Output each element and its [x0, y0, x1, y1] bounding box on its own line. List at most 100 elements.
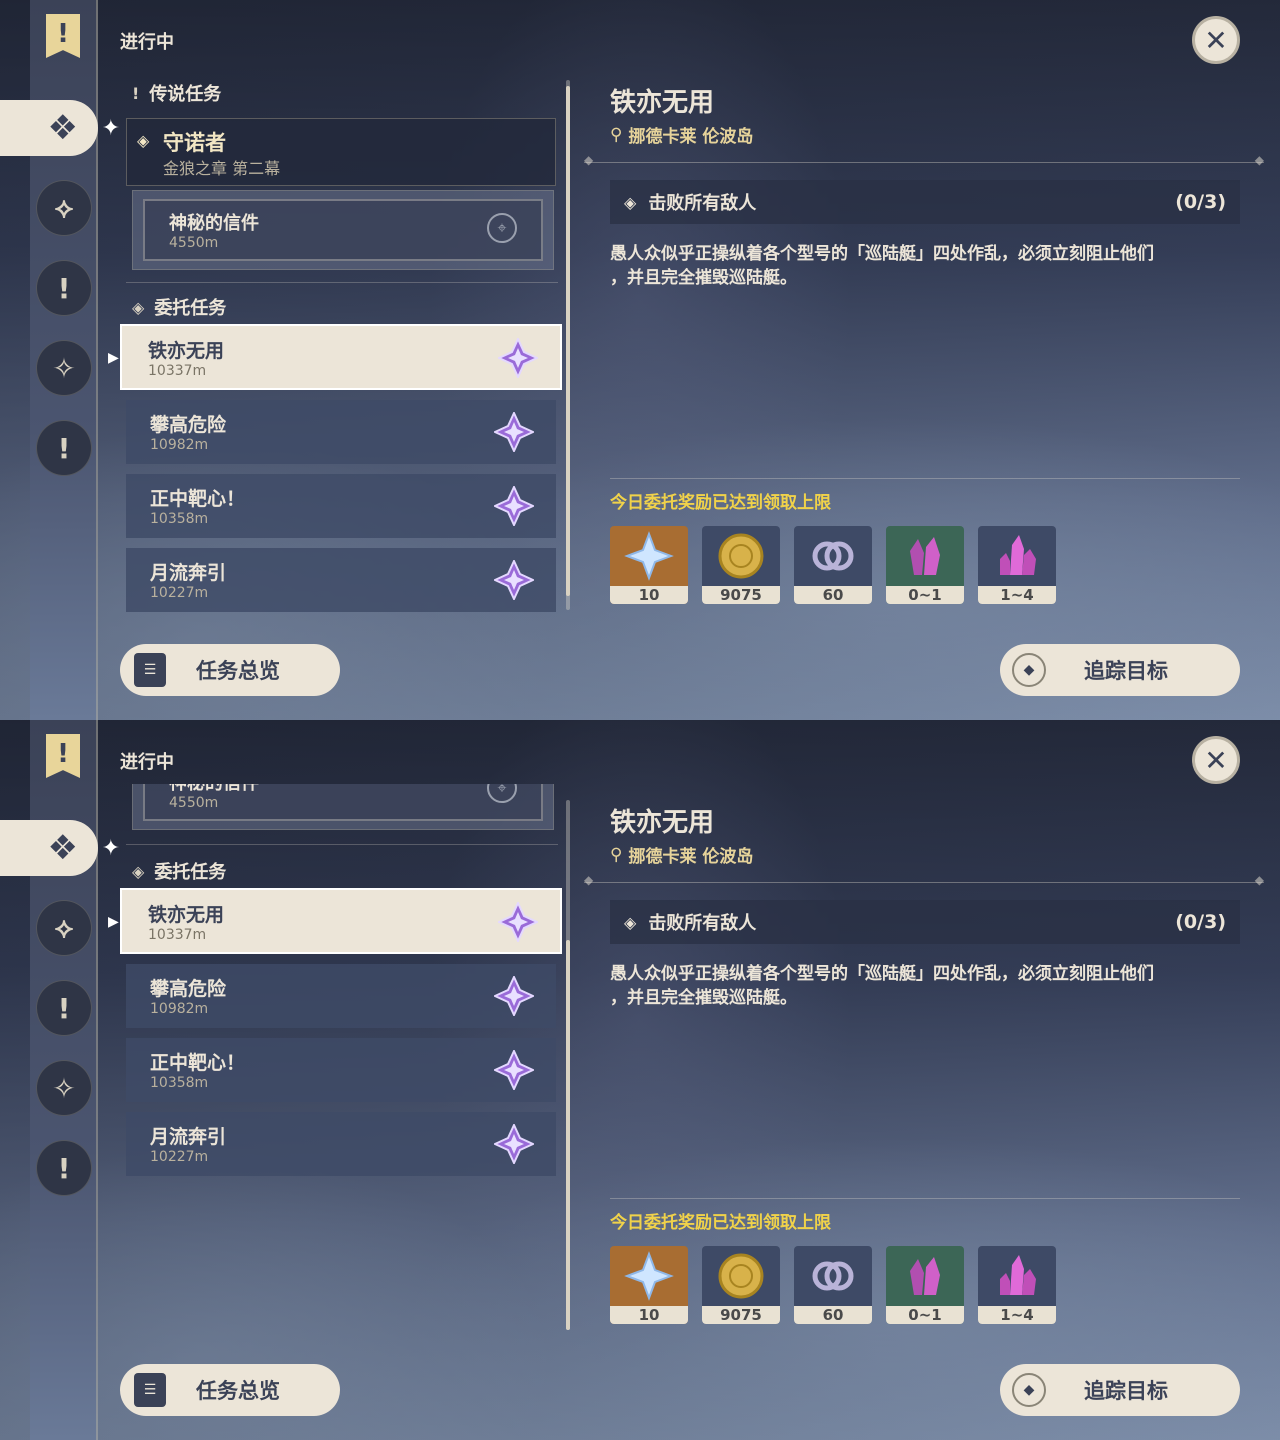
- tab-all-quests[interactable]: ❖: [0, 820, 120, 876]
- quest-overview-button[interactable]: ☰ 任务总览: [120, 1364, 340, 1416]
- tab-story-quest[interactable]: !: [36, 260, 92, 316]
- reward-item[interactable]: 9075: [702, 526, 780, 604]
- commission-distance: 10337m: [148, 363, 207, 379]
- reward-quantity: 0~1: [886, 1306, 964, 1324]
- crystal-cluster-icon: [978, 526, 1056, 586]
- reward-item[interactable]: 60: [794, 526, 872, 604]
- archon-quest-icon: ⟡: [54, 911, 74, 944]
- tab-world-quest[interactable]: ✧: [36, 1060, 92, 1116]
- legend-quest-icon: !: [132, 83, 140, 103]
- tab-daily-quest[interactable]: !: [36, 1140, 92, 1196]
- button-label: 追踪目标: [1084, 1379, 1168, 1403]
- location-pin-icon: ⚲: [610, 124, 623, 145]
- commission-icon: ◈: [132, 861, 145, 881]
- objective-bar: ◈ 击败所有敌人 (0/3): [610, 180, 1240, 224]
- legend-quest-card[interactable]: ◈ 守诺者 金狼之章 第二幕: [126, 118, 556, 186]
- commission-item[interactable]: 月流奔引 10227m: [126, 1112, 556, 1176]
- legend-subquest-card[interactable]: 神秘的信件 4550m ⌖: [132, 190, 554, 270]
- crystal-chunk-icon: [886, 526, 964, 586]
- reward-quantity: 0~1: [886, 586, 964, 604]
- mora-icon: [702, 1246, 780, 1306]
- crystal-chunk-icon: [886, 1246, 964, 1306]
- quest-title: 铁亦无用: [610, 808, 715, 838]
- reward-quantity: 60: [794, 1306, 872, 1324]
- commission-title: 月流奔引: [150, 562, 227, 584]
- quest-overview-button[interactable]: ☰ 任务总览: [120, 644, 340, 696]
- selection-arrow-icon: ▶: [108, 914, 119, 930]
- close-button[interactable]: ✕: [1192, 16, 1240, 64]
- commission-star-icon: [494, 1050, 534, 1090]
- legend-quest-title: 守诺者: [163, 131, 226, 155]
- track-target-icon: ◆: [1012, 653, 1046, 687]
- divider: [126, 844, 558, 845]
- quest-screen-bottom: ! ❖ ⟡ ! ✧ ! 进行中 神秘的信件 4550m ⌖ ◈ 委托任务 ▶ 铁…: [0, 720, 1280, 1440]
- track-button[interactable]: ◆ 追踪目标: [1000, 1364, 1240, 1416]
- track-button[interactable]: ◆ 追踪目标: [1000, 644, 1240, 696]
- commission-title: 月流奔引: [150, 1126, 227, 1148]
- commission-item[interactable]: 正中靶心！ 10358m: [126, 1038, 556, 1102]
- tab-world-quest[interactable]: ✧: [36, 340, 92, 396]
- scrollbar-thumb[interactable]: [566, 940, 570, 1330]
- commission-title: 铁亦无用: [148, 340, 225, 362]
- adventure-exp-icon: [794, 1246, 872, 1306]
- scrollbar-thumb[interactable]: [566, 86, 570, 596]
- reward-limit-note: 今日委托奖励已达到领取上限: [610, 493, 831, 513]
- reward-item[interactable]: 10: [610, 526, 688, 604]
- description-line: 愚人众似乎正操纵着各个型号的「巡陆艇」四处作乱，必须立刻阻止他们: [610, 964, 1154, 984]
- objective-progress: (0/3): [1175, 911, 1226, 933]
- reward-quantity: 60: [794, 586, 872, 604]
- commission-star-icon: [498, 338, 538, 378]
- tab-archon-quest[interactable]: ⟡: [36, 900, 92, 956]
- commission-star-icon: [494, 412, 534, 452]
- commission-item[interactable]: 正中靶心！ 10358m: [126, 474, 556, 538]
- reward-item[interactable]: 10: [610, 1246, 688, 1324]
- legend-quest-subtitle: 金狼之章 第二幕: [163, 159, 281, 178]
- commission-star-icon: [498, 902, 538, 942]
- reward-quantity: 9075: [702, 586, 780, 604]
- divider: [126, 282, 558, 283]
- location-text: 挪德卡莱 伦波岛: [628, 847, 754, 867]
- commission-distance: 10358m: [150, 511, 209, 527]
- commission-item[interactable]: 铁亦无用 10337m: [120, 888, 562, 954]
- commission-item[interactable]: 月流奔引 10227m: [126, 548, 556, 612]
- exclamation-icon: !: [57, 431, 71, 465]
- category-commission: ◈ 委托任务: [132, 858, 226, 884]
- close-button[interactable]: ✕: [1192, 736, 1240, 784]
- reward-item[interactable]: 0~1: [886, 526, 964, 604]
- ornament-divider: [584, 873, 1264, 887]
- quest-screen-top: ! ❖ ⟡ ! ✧ ! 进行中 ! 传说任务 ◈ 守诺者 金狼之章 第二幕 神秘…: [0, 0, 1280, 720]
- commission-distance: 10982m: [150, 437, 209, 453]
- category-label: 传说任务: [149, 84, 222, 105]
- tab-archon-quest[interactable]: ⟡: [36, 180, 92, 236]
- reward-item[interactable]: 9075: [702, 1246, 780, 1324]
- commission-item[interactable]: 攀高危险 10982m: [126, 400, 556, 464]
- adventure-exp-icon: [794, 526, 872, 586]
- objective-bar: ◈ 击败所有敌人 (0/3): [610, 900, 1240, 944]
- archon-quest-icon: ⟡: [54, 191, 74, 224]
- commission-distance: 10337m: [148, 927, 207, 943]
- section-heading: 进行中: [120, 752, 174, 773]
- tab-all-quests[interactable]: ❖: [0, 100, 120, 156]
- world-quest-icon: ✧: [52, 351, 76, 385]
- description-line: ，并且完全摧毁巡陆艇。: [610, 988, 797, 1008]
- location-text: 挪德卡莱 伦波岛: [628, 127, 754, 147]
- category-label: 委托任务: [154, 298, 227, 319]
- reward-item[interactable]: 1~4: [978, 526, 1056, 604]
- quest-location: ⚲ 挪德卡莱 伦波岛: [610, 122, 754, 148]
- commission-item[interactable]: 铁亦无用 10337m: [120, 324, 562, 390]
- tab-daily-quest[interactable]: !: [36, 420, 92, 476]
- reward-quantity: 10: [610, 1306, 688, 1324]
- reward-item[interactable]: 1~4: [978, 1246, 1056, 1324]
- tab-story-quest[interactable]: !: [36, 980, 92, 1036]
- category-commission: ◈ 委托任务: [132, 294, 226, 320]
- commission-item[interactable]: 攀高危险 10982m: [126, 964, 556, 1028]
- ornament-divider: [584, 153, 1264, 167]
- reward-item[interactable]: 0~1: [886, 1246, 964, 1324]
- reward-item[interactable]: 60: [794, 1246, 872, 1324]
- commission-title: 攀高危险: [150, 978, 227, 1000]
- button-label: 任务总览: [196, 1379, 280, 1403]
- track-target-icon: ◆: [1012, 1373, 1046, 1407]
- diamond-icon: ◈: [624, 192, 637, 212]
- quest-location: ⚲ 挪德卡莱 伦波岛: [610, 842, 754, 868]
- commission-title: 正中靶心！: [150, 1052, 246, 1074]
